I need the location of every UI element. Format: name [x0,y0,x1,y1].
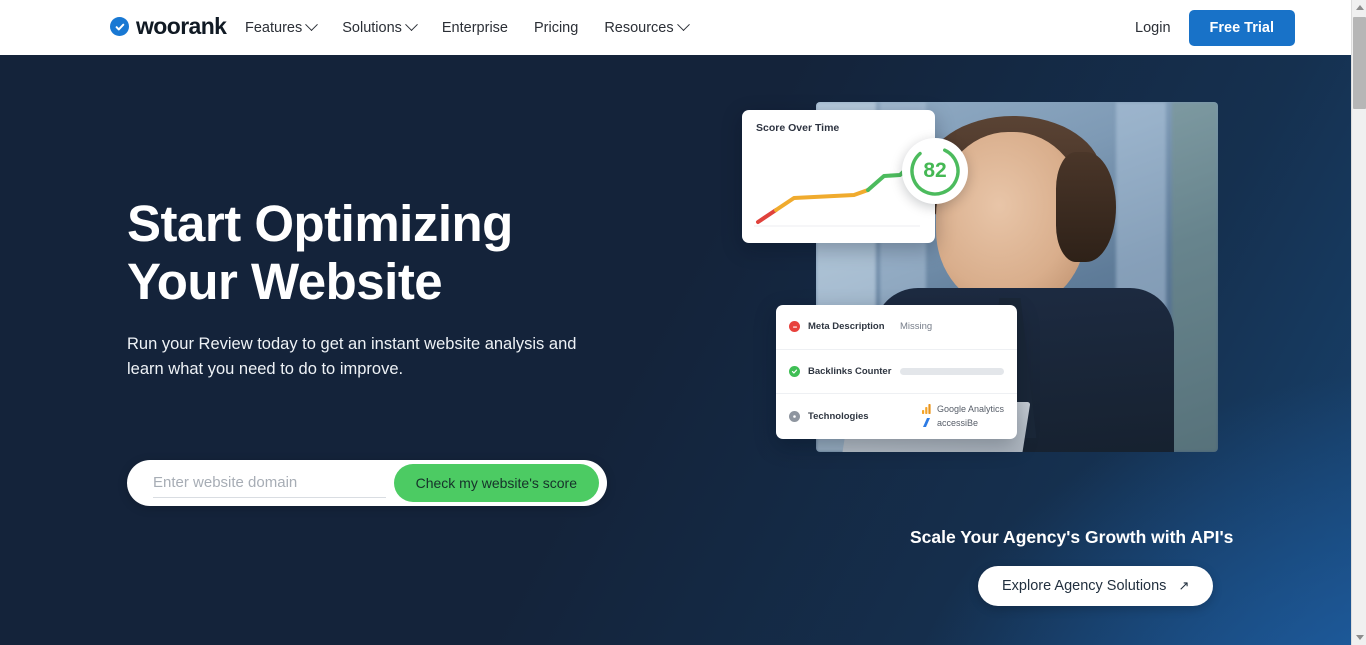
metric-label: Technologies [808,410,869,422]
nav-item-features[interactable]: Features [245,18,319,36]
nav-label: Resources [604,19,674,36]
arrow-up-right-icon: ↗ [1178,578,1190,593]
accessibe-icon [922,418,930,428]
metric-row-technologies: Technologies Google Analytics accessiBe [776,394,1017,439]
technologies-list: Google Analytics accessiBe [921,404,1005,428]
metric-value: Missing [900,321,933,333]
page-viewport: woorank Features Solutions Enterprise Pr… [0,0,1351,645]
metrics-card: Meta Description Missing Backlinks Count… [776,305,1017,439]
login-link[interactable]: Login [1135,20,1170,36]
score-gauge: 82 [902,138,968,204]
status-success-icon [789,365,800,377]
nav-label: Enterprise [441,19,508,36]
hero-copy: Start Optimizing Your Website Run your R… [127,195,687,382]
check-badge-icon [110,17,129,36]
status-error-icon [789,321,800,333]
check-score-button[interactable]: Check my website's score [393,464,599,502]
navbar-actions: Login Free Trial [1135,0,1295,55]
primary-navigation: Features Solutions Enterprise Pricing Re… [245,0,690,55]
chevron-down-icon [676,18,690,32]
browser-page: woorank Features Solutions Enterprise Pr… [0,0,1366,645]
technology-item-google-analytics: Google Analytics [921,404,1005,415]
score-card-title: Score Over Time [756,122,840,134]
metric-row-backlinks-counter: Backlinks Counter [776,350,1017,395]
site-logo[interactable]: woorank [110,13,227,39]
chevron-down-icon [305,18,319,32]
chevron-down-icon [405,18,418,32]
domain-search-form: Check my website's score [127,460,607,506]
logo-wordmark: woorank [136,13,227,39]
site-navbar: woorank Features Solutions Enterprise Pr… [0,0,1351,55]
hero-section: Start Optimizing Your Website Run your R… [0,55,1351,645]
metric-row-meta-description: Meta Description Missing [776,305,1017,350]
status-neutral-icon [789,410,800,422]
nav-label: Solutions [342,19,402,36]
explore-agency-solutions-button[interactable]: Explore Agency Solutions ↗ [978,566,1214,606]
page-title: Start Optimizing Your Website [127,195,513,310]
metric-label: Backlinks Counter [808,365,892,377]
metric-label: Meta Description [808,321,885,333]
browser-scrollbar[interactable] [1351,0,1366,645]
agency-tagline: Scale Your Agency's Growth with API's [910,527,1234,547]
score-line-chart [754,156,920,227]
scrollbar-thumb[interactable] [1353,17,1366,109]
scroll-down-arrow-icon[interactable] [1352,630,1366,645]
google-analytics-icon [921,404,931,415]
hero-subheading: Run your Review today to get an instant … [127,335,577,378]
technology-item-accessibe: accessiBe [922,418,1004,428]
hero-visual: Score Over Time 82 Meta Description Miss… [690,55,1310,645]
nav-label: Features [245,19,303,36]
search-input[interactable] [153,468,386,498]
nav-label: Pricing [533,19,579,36]
technology-name: accessiBe [936,418,978,429]
nav-item-resources[interactable]: Resources [604,18,690,36]
explore-button-label: Explore Agency Solutions [1002,578,1167,594]
nav-item-enterprise[interactable]: Enterprise [442,20,508,36]
free-trial-button[interactable]: Free Trial [1188,9,1295,46]
nav-item-pricing[interactable]: Pricing [534,20,578,36]
score-value: 82 [923,159,947,182]
scroll-up-arrow-icon[interactable] [1352,0,1366,15]
backlinks-progress-bar [900,367,1004,375]
technology-name: Google Analytics [936,404,1005,415]
nav-item-solutions[interactable]: Solutions [342,18,418,36]
score-over-time-card: Score Over Time 82 [742,110,968,243]
